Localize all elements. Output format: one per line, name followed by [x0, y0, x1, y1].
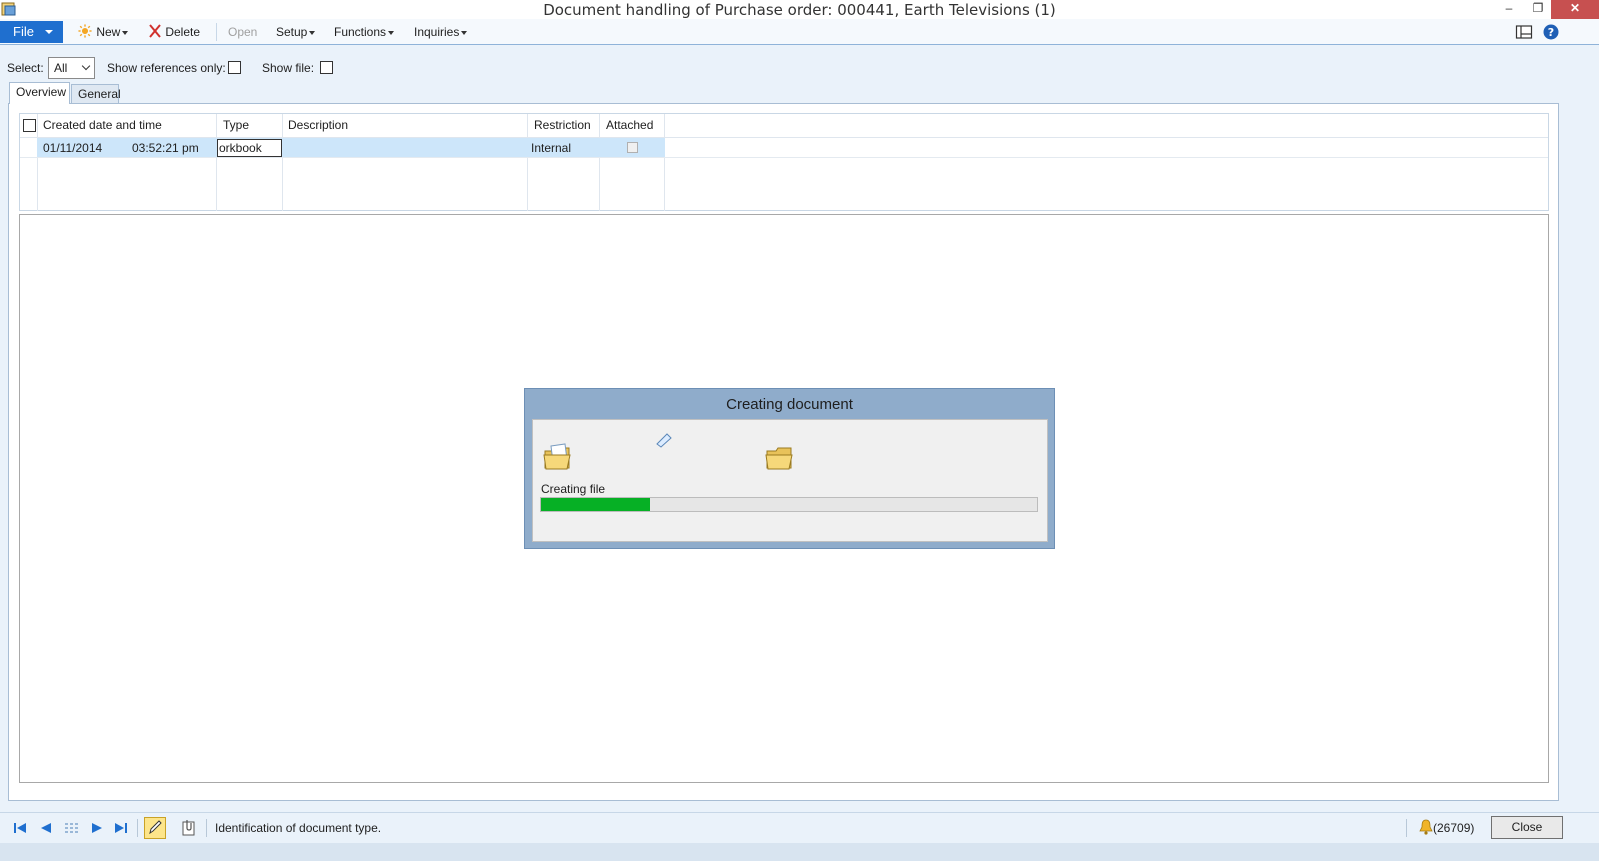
- column-header-created[interactable]: Created date and time: [43, 114, 162, 137]
- cell-created-date: 01/11/2014: [43, 141, 103, 155]
- layout-icon[interactable]: [1515, 23, 1533, 41]
- progress-bar: [540, 497, 1038, 512]
- select-all-checkbox[interactable]: [23, 119, 36, 132]
- dropdown-arrow-icon: [461, 30, 468, 35]
- tab-overview[interactable]: Overview: [9, 82, 70, 104]
- window-title: Document handling of Purchase order: 000…: [543, 1, 1056, 19]
- column-divider: [527, 114, 528, 211]
- notification-bell-icon[interactable]: [1418, 819, 1434, 835]
- show-references-checkbox[interactable]: [228, 61, 241, 74]
- functions-menu[interactable]: Functions: [334, 24, 395, 40]
- help-icon[interactable]: ?: [1542, 23, 1560, 41]
- action-pane: File New Delete Open Setup Functions Inq…: [0, 19, 1599, 45]
- column-divider: [37, 114, 38, 211]
- tab-general[interactable]: General: [71, 84, 121, 103]
- select-label: Select:: [7, 61, 44, 75]
- source-folder-icon: [543, 443, 571, 470]
- inquiries-label: Inquiries: [414, 25, 460, 39]
- cell-restriction: Internal: [531, 141, 572, 155]
- svg-text:?: ?: [1548, 26, 1554, 39]
- new-button[interactable]: New: [77, 24, 129, 40]
- restore-button[interactable]: ❐: [1523, 0, 1553, 19]
- window-close-button[interactable]: ✕: [1551, 0, 1599, 19]
- close-button[interactable]: Close: [1491, 816, 1563, 839]
- column-header-description[interactable]: Description: [288, 114, 348, 137]
- column-header-restriction[interactable]: Restriction: [534, 114, 591, 137]
- dropdown-arrow-icon: [388, 30, 395, 35]
- status-bar: Identification of document type. (26709)…: [0, 812, 1599, 842]
- cell-attached-checkbox[interactable]: [627, 142, 638, 153]
- progress-bar-fill: [541, 498, 651, 511]
- flying-paper-icon: [656, 433, 672, 448]
- edit-mode-icon[interactable]: [144, 817, 166, 839]
- column-divider: [216, 114, 217, 211]
- setup-label: Setup: [276, 25, 308, 39]
- last-record-icon[interactable]: [113, 821, 129, 835]
- file-menu-label: File: [13, 24, 34, 39]
- dialog-status-text: Creating file: [541, 482, 606, 496]
- row-divider: [20, 157, 1548, 158]
- chevron-down-icon: [81, 61, 91, 71]
- delete-x-icon: [149, 24, 161, 38]
- dialog-title: Creating document: [726, 396, 853, 413]
- column-divider: [664, 114, 665, 211]
- cell-type-input[interactable]: orkbook: [217, 139, 282, 157]
- chevron-down-icon: [45, 30, 53, 34]
- select-dropdown[interactable]: All: [48, 57, 95, 79]
- next-record-icon[interactable]: [89, 821, 105, 835]
- delete-label: Delete: [165, 25, 201, 39]
- column-header-attached[interactable]: Attached: [606, 114, 653, 137]
- new-sun-icon: [78, 24, 92, 38]
- minimize-button[interactable]: –: [1494, 0, 1524, 19]
- column-header-type[interactable]: Type: [223, 114, 249, 137]
- documents-grid: Created date and time Type Description R…: [19, 113, 1549, 211]
- functions-label: Functions: [334, 25, 387, 39]
- new-label: New: [96, 25, 121, 39]
- notification-count[interactable]: (26709): [1433, 821, 1474, 835]
- creating-document-dialog: Creating document Creating file: [524, 388, 1055, 549]
- column-divider: [599, 114, 600, 211]
- dialog-body: Creating file: [532, 419, 1048, 542]
- grid-view-icon[interactable]: [63, 821, 79, 835]
- open-button[interactable]: Open: [228, 24, 257, 40]
- status-divider: [137, 819, 138, 837]
- cell-created-time: 03:52:21 pm: [132, 141, 199, 155]
- destination-folder-icon: [765, 447, 793, 470]
- filter-row: Select: All Show references only: Show f…: [0, 57, 1599, 79]
- taskbar-strip: [0, 843, 1599, 861]
- show-references-label: Show references only:: [107, 61, 226, 75]
- column-divider: [282, 114, 283, 211]
- previous-record-icon[interactable]: [38, 821, 54, 835]
- status-divider: [206, 819, 207, 837]
- toolbar-divider: [216, 23, 217, 41]
- status-help-text: Identification of document type.: [215, 821, 382, 835]
- delete-button[interactable]: Delete: [148, 24, 200, 40]
- attachment-icon[interactable]: [181, 819, 197, 837]
- first-record-icon[interactable]: [12, 821, 28, 835]
- show-file-checkbox[interactable]: [320, 61, 333, 74]
- status-divider: [1406, 819, 1407, 837]
- setup-menu[interactable]: Setup: [276, 24, 316, 40]
- inquiries-menu[interactable]: Inquiries: [414, 24, 468, 40]
- show-file-label: Show file:: [262, 61, 315, 75]
- select-value: All: [54, 61, 68, 75]
- file-menu-button[interactable]: File: [0, 21, 63, 43]
- dropdown-arrow-icon: [309, 30, 316, 35]
- dropdown-arrow-icon: [122, 30, 129, 35]
- title-bar: Document handling of Purchase order: 000…: [0, 0, 1599, 19]
